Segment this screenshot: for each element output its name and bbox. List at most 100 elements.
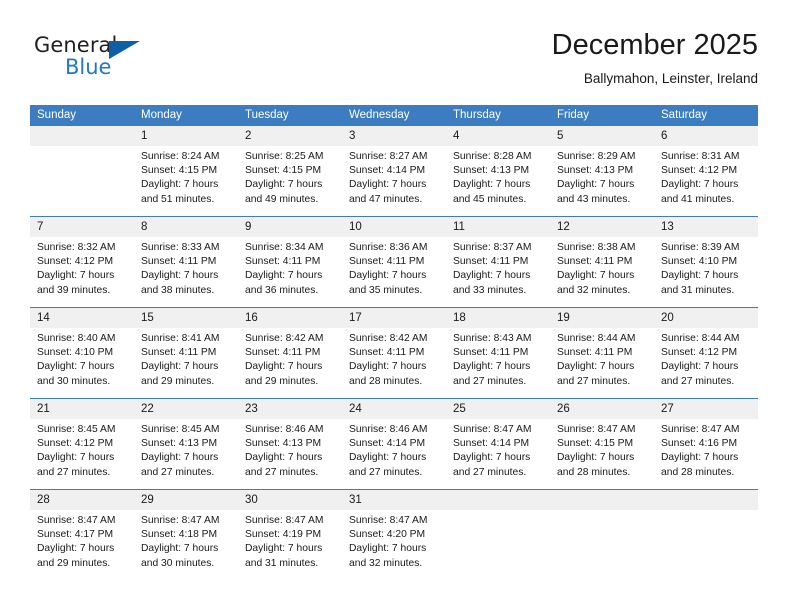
title-block: December 2025 Ballymahon, Leinster, Irel… [552,28,758,89]
sunset-text: Sunset: 4:14 PM [453,438,530,450]
day-cell[interactable]: 29 Sunrise: 8:47 AM Sunset: 4:18 PM Dayl… [134,489,238,580]
day-number: 5 [550,126,654,146]
sunrise-text: Sunrise: 8:36 AM [349,242,428,253]
day-cell[interactable]: 28 Sunrise: 8:47 AM Sunset: 4:17 PM Dayl… [30,489,134,580]
week-row: 14 Sunrise: 8:40 AM Sunset: 4:10 PM Dayl… [30,307,758,399]
weekday-header-row: Sunday Monday Tuesday Wednesday Thursday… [30,105,758,126]
day-cell[interactable]: 1 Sunrise: 8:24 AM Sunset: 4:15 PM Dayli… [134,126,238,217]
sunrise-text: Sunrise: 8:31 AM [661,151,740,162]
daylight-text-cont: and 38 minutes. [141,284,215,296]
day-details: Sunrise: 8:43 AM Sunset: 4:11 PM Dayligh… [446,328,550,389]
day-details: Sunrise: 8:25 AM Sunset: 4:15 PM Dayligh… [238,146,342,207]
sunset-text: Sunset: 4:11 PM [141,256,217,268]
day-details: Sunrise: 8:33 AM Sunset: 4:11 PM Dayligh… [134,237,238,298]
daylight-text: Daylight: 7 hours [349,179,427,191]
sunset-text: Sunset: 4:11 PM [349,256,425,268]
day-cell[interactable]: 23 Sunrise: 8:46 AM Sunset: 4:13 PM Dayl… [238,398,342,490]
day-cell [30,126,134,217]
daylight-text-cont: and 47 minutes. [349,193,423,205]
day-number: 12 [550,217,654,237]
sunset-text: Sunset: 4:15 PM [557,438,634,450]
daylight-text-cont: and 41 minutes. [661,193,735,205]
day-cell[interactable]: 7 Sunrise: 8:32 AM Sunset: 4:12 PM Dayli… [30,216,134,308]
daylight-text: Daylight: 7 hours [245,543,323,555]
daylight-text-cont: and 29 minutes. [141,375,215,387]
daylight-text-cont: and 28 minutes. [349,375,423,387]
day-cell[interactable]: 20 Sunrise: 8:44 AM Sunset: 4:12 PM Dayl… [654,307,758,399]
day-number: 13 [654,217,758,237]
day-cell[interactable]: 11 Sunrise: 8:37 AM Sunset: 4:11 PM Dayl… [446,216,550,308]
day-cell[interactable]: 25 Sunrise: 8:47 AM Sunset: 4:14 PM Dayl… [446,398,550,490]
sunrise-text: Sunrise: 8:47 AM [557,424,636,435]
day-number: 3 [342,126,446,146]
daylight-text: Daylight: 7 hours [453,270,531,282]
day-number [30,126,134,146]
day-cell[interactable]: 24 Sunrise: 8:46 AM Sunset: 4:14 PM Dayl… [342,398,446,490]
day-cell[interactable]: 15 Sunrise: 8:41 AM Sunset: 4:11 PM Dayl… [134,307,238,399]
day-cell[interactable]: 2 Sunrise: 8:25 AM Sunset: 4:15 PM Dayli… [238,126,342,217]
day-cell[interactable]: 6 Sunrise: 8:31 AM Sunset: 4:12 PM Dayli… [654,126,758,217]
day-number: 17 [342,308,446,328]
daylight-text: Daylight: 7 hours [453,452,531,464]
page-title: December 2025 [551,29,758,61]
day-cell[interactable]: 8 Sunrise: 8:33 AM Sunset: 4:11 PM Dayli… [134,216,238,308]
day-number: 7 [30,217,134,237]
day-number: 1 [134,126,238,146]
daylight-text: Daylight: 7 hours [245,361,323,373]
sunset-text: Sunset: 4:19 PM [245,529,322,541]
day-cell[interactable]: 13 Sunrise: 8:39 AM Sunset: 4:10 PM Dayl… [654,216,758,308]
sunset-text: Sunset: 4:12 PM [37,256,114,268]
day-details: Sunrise: 8:24 AM Sunset: 4:15 PM Dayligh… [134,146,238,207]
day-details: Sunrise: 8:46 AM Sunset: 4:14 PM Dayligh… [342,419,446,480]
general-blue-logo[interactable]: General Blue [34,33,214,93]
daylight-text: Daylight: 7 hours [245,270,323,282]
daylight-text-cont: and 29 minutes. [37,557,111,569]
day-cell[interactable]: 17 Sunrise: 8:42 AM Sunset: 4:11 PM Dayl… [342,307,446,399]
day-number: 31 [342,490,446,510]
sunset-text: Sunset: 4:10 PM [37,347,114,359]
sunrise-text: Sunrise: 8:47 AM [661,424,740,435]
day-number: 11 [446,217,550,237]
sunset-text: Sunset: 4:14 PM [349,438,426,450]
daylight-text: Daylight: 7 hours [349,543,427,555]
daylight-text: Daylight: 7 hours [349,452,427,464]
daylight-text-cont: and 49 minutes. [245,193,319,205]
day-number: 8 [134,217,238,237]
day-cell[interactable]: 19 Sunrise: 8:44 AM Sunset: 4:11 PM Dayl… [550,307,654,399]
calendar-page: General Blue December 2025 Ballymahon, L… [0,0,792,612]
day-cell[interactable]: 21 Sunrise: 8:45 AM Sunset: 4:12 PM Dayl… [30,398,134,490]
day-number: 21 [30,399,134,419]
day-cell[interactable]: 9 Sunrise: 8:34 AM Sunset: 4:11 PM Dayli… [238,216,342,308]
day-number: 4 [446,126,550,146]
day-cell[interactable]: 22 Sunrise: 8:45 AM Sunset: 4:13 PM Dayl… [134,398,238,490]
weekday-header-monday: Monday [134,105,238,126]
day-cell[interactable]: 14 Sunrise: 8:40 AM Sunset: 4:10 PM Dayl… [30,307,134,399]
daylight-text-cont: and 27 minutes. [661,375,735,387]
sunset-text: Sunset: 4:12 PM [661,347,738,359]
day-cell[interactable]: 26 Sunrise: 8:47 AM Sunset: 4:15 PM Dayl… [550,398,654,490]
page-header: General Blue December 2025 Ballymahon, L… [30,28,758,100]
daylight-text: Daylight: 7 hours [661,179,739,191]
day-number: 26 [550,399,654,419]
day-cell[interactable]: 3 Sunrise: 8:27 AM Sunset: 4:14 PM Dayli… [342,126,446,217]
day-cell[interactable]: 4 Sunrise: 8:28 AM Sunset: 4:13 PM Dayli… [446,126,550,217]
day-cell[interactable]: 12 Sunrise: 8:38 AM Sunset: 4:11 PM Dayl… [550,216,654,308]
day-cell [550,489,654,580]
location-subtitle: Ballymahon, Leinster, Ireland [583,71,758,86]
day-details: Sunrise: 8:42 AM Sunset: 4:11 PM Dayligh… [238,328,342,389]
day-cell[interactable]: 31 Sunrise: 8:47 AM Sunset: 4:20 PM Dayl… [342,489,446,580]
sunrise-text: Sunrise: 8:45 AM [37,424,116,435]
weekday-header-tuesday: Tuesday [238,105,342,126]
day-cell[interactable]: 16 Sunrise: 8:42 AM Sunset: 4:11 PM Dayl… [238,307,342,399]
calendar-body: 1 Sunrise: 8:24 AM Sunset: 4:15 PM Dayli… [30,126,758,580]
sunrise-text: Sunrise: 8:32 AM [37,242,116,253]
day-details: Sunrise: 8:32 AM Sunset: 4:12 PM Dayligh… [30,237,134,298]
day-details: Sunrise: 8:44 AM Sunset: 4:11 PM Dayligh… [550,328,654,389]
day-cell[interactable]: 5 Sunrise: 8:29 AM Sunset: 4:13 PM Dayli… [550,126,654,217]
day-cell[interactable]: 27 Sunrise: 8:47 AM Sunset: 4:16 PM Dayl… [654,398,758,490]
day-cell[interactable]: 18 Sunrise: 8:43 AM Sunset: 4:11 PM Dayl… [446,307,550,399]
day-number: 10 [342,217,446,237]
sunrise-text: Sunrise: 8:37 AM [453,242,532,253]
day-cell[interactable]: 30 Sunrise: 8:47 AM Sunset: 4:19 PM Dayl… [238,489,342,580]
day-cell[interactable]: 10 Sunrise: 8:36 AM Sunset: 4:11 PM Dayl… [342,216,446,308]
